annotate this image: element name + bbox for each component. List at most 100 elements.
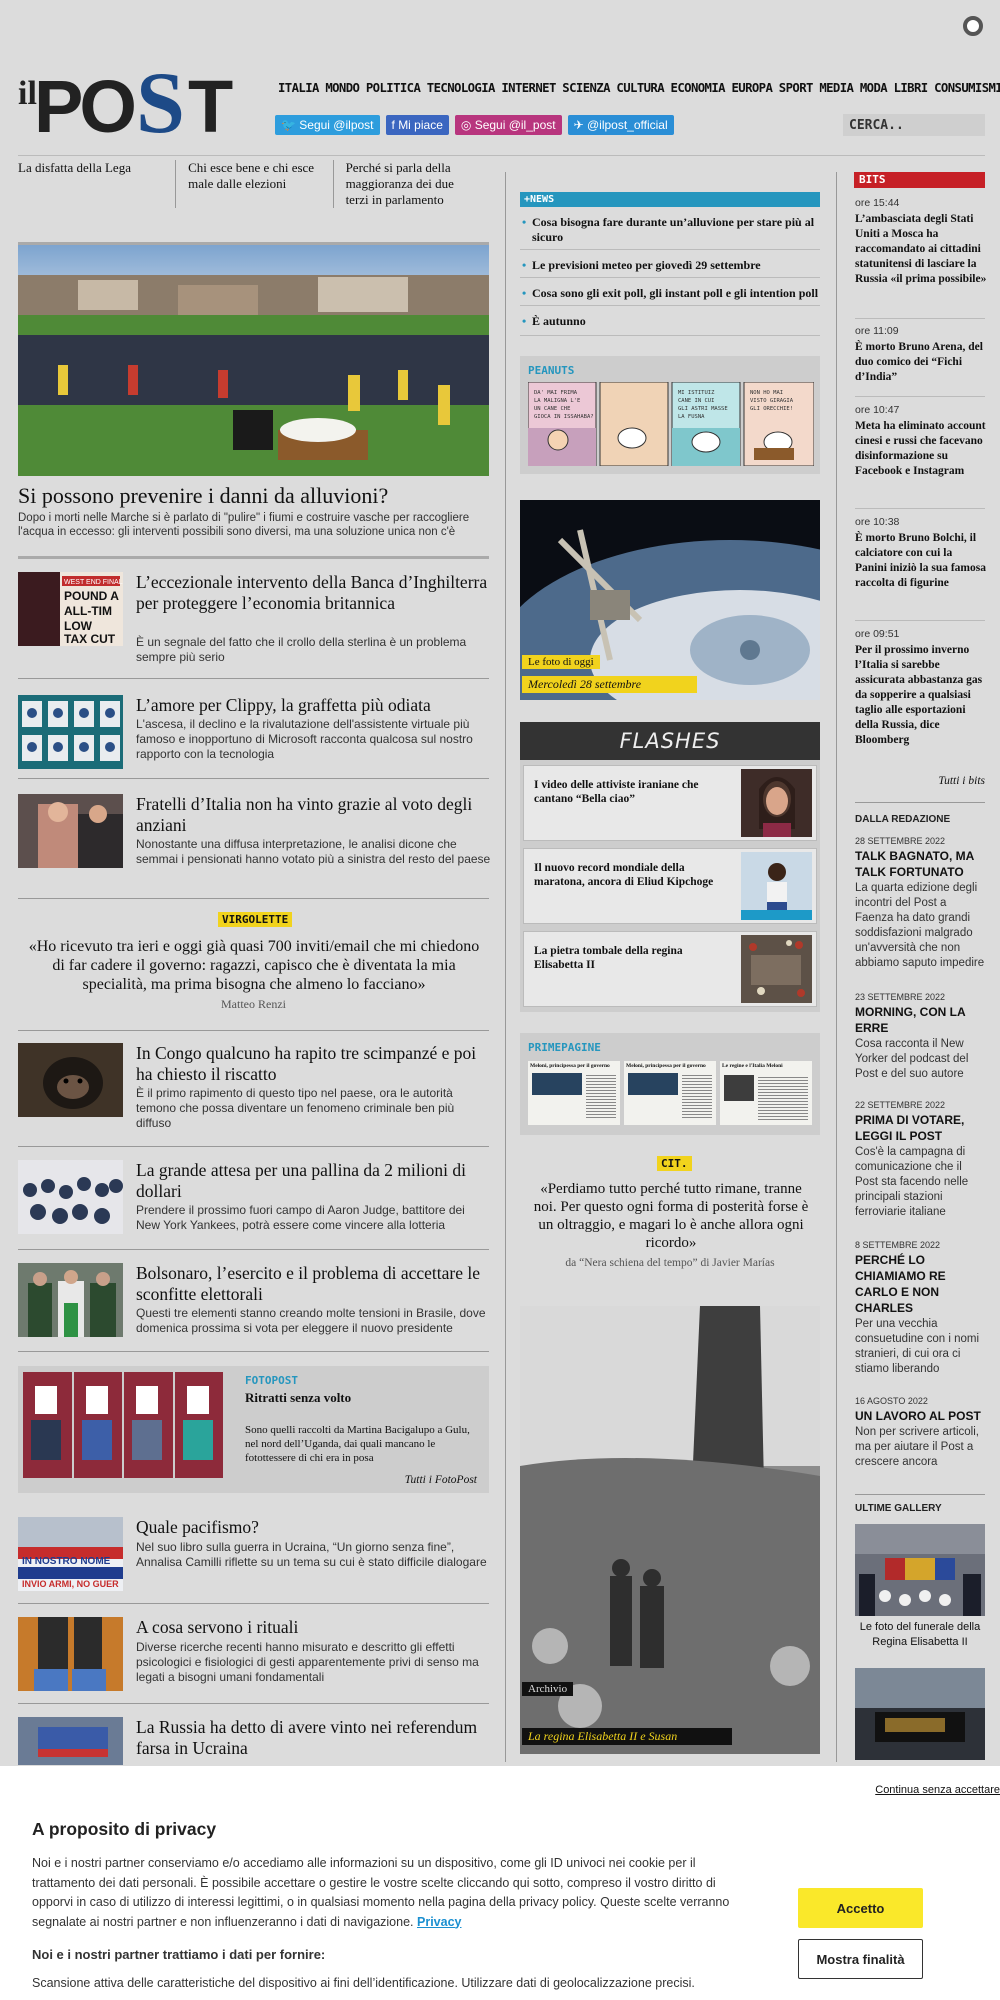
gallery-image[interactable]	[855, 1668, 985, 1760]
story-thumbnail[interactable]	[18, 695, 123, 769]
redazione-item[interactable]: 22 SETTEMBRE 2022 PRIMA DI VOTARE, LEGGI…	[855, 1100, 987, 1220]
instagram-follow-button[interactable]: ◎ Segui @il_post	[454, 115, 562, 135]
redazione-title[interactable]: TALK BAGNATO, MA TALK FORTUNATO	[855, 848, 987, 880]
top-link[interactable]: Perché si parla della maggioranza dei du…	[332, 160, 490, 208]
story-title[interactable]: A cosa servono i rituali	[136, 1617, 491, 1638]
story-title[interactable]: La grande attesa per una pallina da 2 mi…	[136, 1160, 491, 1202]
story-thumbnail[interactable]	[18, 1717, 123, 1765]
continue-without-accepting-link[interactable]: Continua senza accettare	[875, 1784, 1000, 1796]
nav-item-economia[interactable]: ECONOMIA	[671, 81, 726, 95]
story-thumbnail[interactable]: IN NOSTRO NOME INVIO ARMI, NO GUER	[18, 1517, 123, 1591]
flash-item[interactable]: Il nuovo record mondiale della maratona,…	[523, 848, 817, 924]
nav-item-libri[interactable]: LIBRI	[894, 81, 929, 95]
accept-button[interactable]: Accetto	[798, 1888, 923, 1928]
newspaper-front-page[interactable]: Meloni, principessa per il governo	[624, 1061, 716, 1125]
all-bits-link[interactable]: Tutti i bits	[855, 775, 985, 787]
twitter-follow-button[interactable]: 🐦 Segui @ilpost	[275, 115, 380, 135]
story-item[interactable]: A cosa servono i rituali Diverse ricerch…	[18, 1617, 489, 1697]
flash-thumbnail[interactable]	[741, 935, 812, 1003]
story-item[interactable]: Fratelli d’Italia non ha vinto grazie al…	[18, 794, 491, 884]
story-title[interactable]: Bolsonaro, l’esercito e il problema di a…	[136, 1263, 491, 1305]
nav-item-sport[interactable]: SPORT	[779, 81, 814, 95]
bit-title[interactable]: Per il prossimo inverno l’Italia si sare…	[855, 643, 987, 748]
flash-thumbnail[interactable]	[741, 852, 812, 920]
story-thumbnail[interactable]	[18, 1043, 123, 1117]
hero-image[interactable]	[18, 242, 489, 476]
flash-item[interactable]: La pietra tombale della regina Elisabett…	[523, 931, 817, 1007]
top-link[interactable]: La disfatta della Lega	[18, 160, 175, 208]
nav-item-politica[interactable]: POLITICA	[366, 81, 421, 95]
flash-title[interactable]: La pietra tombale della regina Elisabett…	[534, 944, 734, 972]
story-item[interactable]: WEST END FINAL POUND A ALL-TIM LOW TAX CUT L…	[18, 572, 491, 664]
news-item[interactable]: Cosa bisogna fare durante un’alluvione p…	[520, 215, 820, 245]
archivio-image[interactable]: Archivio La regina Elisabetta II e Susan	[520, 1306, 820, 1754]
privacy-link[interactable]: Privacy	[417, 1915, 461, 1929]
fotopost-images[interactable]	[23, 1372, 223, 1478]
news-item[interactable]: Cosa sono gli exit poll, gli instant pol…	[520, 286, 820, 301]
bit-title[interactable]: È morto Bruno Arena, del duo comico dei …	[855, 340, 987, 385]
nav-item-media[interactable]: MEDIA	[819, 81, 854, 95]
bit-item[interactable]: ore 10:38 È morto Bruno Bolchi, il calci…	[855, 516, 987, 591]
flash-item[interactable]: I video delle attiviste iraniane che can…	[523, 765, 817, 841]
story-title[interactable]: La Russia ha detto di avere vinto nei re…	[136, 1717, 489, 1759]
peanuts-box[interactable]: PEANUTS DA' MAI FRIMA LA MALIGNA L'E UN …	[520, 356, 820, 474]
nav-item-consumismi[interactable]: CONSUMISMI	[934, 81, 1000, 95]
news-item[interactable]: È autunno	[520, 314, 820, 329]
story-title[interactable]: L’eccezionale intervento della Banca d’I…	[136, 572, 491, 614]
news-item[interactable]: Le previsioni meteo per giovedì 29 sette…	[520, 258, 820, 273]
ilpost-logo[interactable]: il PO S T	[18, 52, 248, 142]
bit-item[interactable]: ore 09:51 Per il prossimo inverno l’Ital…	[855, 628, 987, 748]
story-item[interactable]: IN NOSTRO NOME INVIO ARMI, NO GUER Quale …	[18, 1517, 489, 1597]
story-title[interactable]: Quale pacifismo?	[136, 1517, 491, 1538]
flash-title[interactable]: I video delle attiviste iraniane che can…	[534, 778, 734, 806]
all-fotopost-link[interactable]: Tutti i FotoPost	[405, 1474, 477, 1486]
search-input[interactable]	[843, 114, 985, 136]
story-item[interactable]: La Russia ha detto di avere vinto nei re…	[18, 1717, 489, 1765]
bit-title[interactable]: Meta ha eliminato account cinesi e russi…	[855, 419, 987, 479]
redazione-item[interactable]: 8 SETTEMBRE 2022 PERCHÉ LO CHIAMIAMO RE …	[855, 1240, 987, 1377]
bit-title[interactable]: L’ambasciata degli Stati Uniti a Mosca h…	[855, 212, 987, 287]
show-purposes-button[interactable]: Mostra finalità	[798, 1939, 923, 1979]
redazione-title[interactable]: UN LAVORO AL POST	[855, 1408, 987, 1424]
redazione-title[interactable]: PERCHÉ LO CHIAMIAMO RE CARLO E NON CHARL…	[855, 1252, 987, 1316]
redazione-item[interactable]: 23 SETTEMBRE 2022 MORNING, CON LA ERRE C…	[855, 992, 987, 1082]
story-thumbnail[interactable]	[18, 794, 123, 868]
top-link[interactable]: Chi esce bene e chi esce male dalle elez…	[175, 160, 332, 208]
story-title[interactable]: L’amore per Clippy, la graffetta più odi…	[136, 695, 491, 716]
story-item[interactable]: L’amore per Clippy, la graffetta più odi…	[18, 695, 489, 775]
facebook-like-button[interactable]: f Mi piace	[385, 115, 449, 135]
foto-di-oggi-image[interactable]: Le foto di oggi Mercoledì 28 settembre	[520, 500, 820, 700]
hero-title[interactable]: Si possono prevenire i danni da alluvion…	[18, 483, 498, 509]
nav-item-internet[interactable]: INTERNET	[501, 81, 556, 95]
story-thumbnail[interactable]	[18, 1160, 123, 1234]
bit-item[interactable]: ore 11:09 È morto Bruno Arena, del duo c…	[855, 325, 987, 385]
nav-item-cultura[interactable]: CULTURA	[616, 81, 664, 95]
fotopost-title[interactable]: Ritratti senza volto	[245, 1390, 351, 1406]
redazione-title[interactable]: MORNING, CON LA ERRE	[855, 1004, 987, 1036]
newspaper-front-page[interactable]: Le regine e l'Italia Meloni	[720, 1061, 812, 1125]
story-item[interactable]: Bolsonaro, l’esercito e il problema di a…	[18, 1263, 489, 1343]
nav-item-tecnologia[interactable]: TECNOLOGIA	[427, 81, 496, 95]
story-title[interactable]: Fratelli d’Italia non ha vinto grazie al…	[136, 794, 491, 836]
redazione-item[interactable]: 16 AGOSTO 2022 UN LAVORO AL POST Non per…	[855, 1396, 987, 1470]
bit-title[interactable]: È morto Bruno Bolchi, il calciatore con …	[855, 531, 987, 591]
story-item[interactable]: In Congo qualcuno ha rapito tre scimpanz…	[18, 1043, 489, 1133]
story-thumbnail[interactable]	[18, 1263, 123, 1337]
nav-item-italia[interactable]: ITALIA	[278, 81, 319, 95]
flash-thumbnail[interactable]	[741, 769, 812, 837]
nav-item-scienza[interactable]: SCIENZA	[562, 81, 610, 95]
nav-item-mondo[interactable]: MONDO	[325, 81, 360, 95]
redazione-item[interactable]: 28 SETTEMBRE 2022 TALK BAGNATO, MA TALK …	[855, 836, 987, 971]
gallery-image[interactable]	[855, 1524, 985, 1616]
redazione-title[interactable]: PRIMA DI VOTARE, LEGGI IL POST	[855, 1112, 987, 1144]
story-title[interactable]: In Congo qualcuno ha rapito tre scimpanz…	[136, 1043, 491, 1085]
bit-item[interactable]: ore 15:44 L’ambasciata degli Stati Uniti…	[855, 197, 987, 287]
story-thumbnail[interactable]: WEST END FINAL POUND A ALL-TIM LOW TAX CUT	[18, 572, 123, 646]
story-item[interactable]: La grande attesa per una pallina da 2 mi…	[18, 1160, 489, 1240]
story-thumbnail[interactable]	[18, 1617, 123, 1691]
gallery-caption[interactable]: Le foto del funerale della Regina Elisab…	[855, 1620, 985, 1650]
fotopost-box[interactable]: FOTOPOST Ritratti senza volto Sono quell…	[18, 1366, 489, 1493]
newspaper-front-page[interactable]: Meloni, principessa per il governo	[528, 1061, 620, 1125]
nav-item-moda[interactable]: MODA	[860, 81, 888, 95]
flash-title[interactable]: Il nuovo record mondiale della maratona,…	[534, 861, 734, 889]
